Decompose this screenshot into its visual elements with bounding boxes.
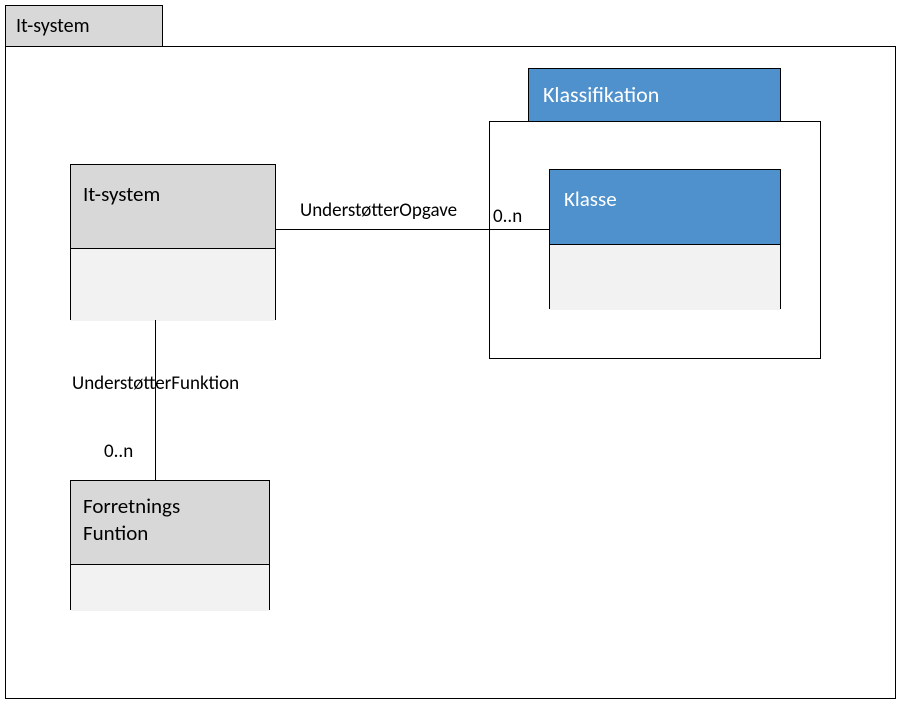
forretnings-entity: Forretnings Funtion: [70, 480, 270, 610]
klasse-title: Klasse: [564, 186, 617, 212]
klasse-header: Klasse: [550, 170, 780, 245]
itsystem-entity: It-system: [70, 164, 276, 320]
forretnings-title: Forretnings Funtion: [83, 493, 180, 546]
relation-funktion-multiplicity: 0..n: [104, 440, 133, 463]
relation-funktion-line: [155, 320, 156, 480]
klasse-entity: Klasse: [549, 169, 781, 309]
klassifikation-header: Klassifikation: [528, 68, 781, 122]
itsystem-body: [71, 249, 275, 321]
package-tab: It-system: [5, 5, 163, 47]
package-title: It-system: [16, 14, 90, 38]
klassifikation-title: Klassifikation: [543, 81, 659, 108]
relation-funktion-label: UnderstøtterFunktion: [72, 372, 239, 395]
relation-opgave-multiplicity: 0..n: [493, 205, 522, 228]
itsystem-header: It-system: [71, 165, 275, 249]
itsystem-title: It-system: [83, 181, 160, 207]
relation-opgave-line: [276, 229, 549, 230]
relation-opgave-label: UnderstøtterOpgave: [300, 199, 457, 222]
forretnings-header: Forretnings Funtion: [71, 481, 269, 565]
klasse-body: [550, 245, 780, 310]
forretnings-body: [71, 565, 269, 611]
